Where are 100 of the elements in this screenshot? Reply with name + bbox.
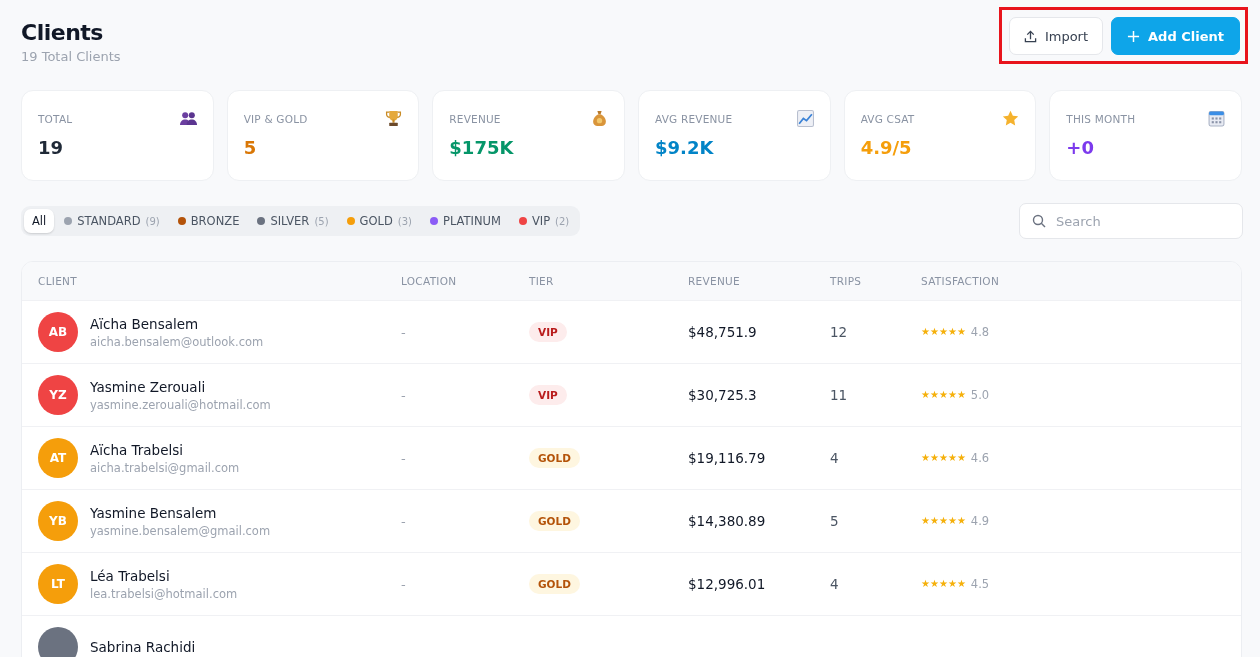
column-header: LOCATION <box>401 275 458 287</box>
stat-value: +0 <box>1066 137 1095 158</box>
location-cell: - <box>401 387 406 403</box>
filter-chip[interactable]: SILVER (5) <box>249 209 337 233</box>
filter-chip[interactable]: GOLD (3) <box>338 209 420 233</box>
star-icon: ★ <box>938 390 948 400</box>
stat-label: TOTAL <box>38 112 73 125</box>
star-icon: ★ <box>929 579 939 589</box>
revenue-cell: $19,116.79 <box>688 450 766 466</box>
star-icon: ★ <box>947 327 957 337</box>
avatar: YB <box>38 501 78 541</box>
client-email: aicha.bensalem@outlook.com <box>90 334 264 349</box>
star-icon: ★ <box>938 516 948 526</box>
filter-chip[interactable]: VIP (2) <box>510 209 578 233</box>
star-icon: ★ <box>938 453 948 463</box>
import-button[interactable]: Import <box>1008 17 1104 55</box>
star-icon: ★ <box>921 453 930 463</box>
tier-tag: GOLD <box>529 448 580 468</box>
client-email: yasmine.zerouali@hotmail.com <box>90 397 271 412</box>
revenue-cell: $48,751.9 <box>688 324 757 340</box>
star-icon: ★ <box>921 579 930 589</box>
upload-icon <box>1023 29 1037 43</box>
client-name: Sabrina Rachidi <box>90 639 196 655</box>
stat-label: VIP & GOLD <box>243 112 308 125</box>
star-icon: ★ <box>956 327 966 337</box>
stat-value: 5 <box>243 137 258 158</box>
revenue-cell: $30,725.3 <box>688 387 757 403</box>
filter-chip[interactable]: All <box>24 209 55 233</box>
column-header: TRIPS <box>830 275 863 287</box>
trips-cell: 12 <box>830 324 848 340</box>
star-icon: ★ <box>956 516 966 526</box>
client-email: aicha.trabelsi@gmail.com <box>90 460 240 475</box>
stat-label: AVG CSAT <box>860 112 915 125</box>
star-icon: ★ <box>956 390 966 400</box>
client-email: yasmine.bensalem@gmail.com <box>90 523 271 538</box>
star-icon: ★ <box>929 390 939 400</box>
star-icon: ★ <box>956 579 966 589</box>
client-name: Yasmine Bensalem <box>90 504 218 521</box>
star-icon: ★ <box>956 453 966 463</box>
star-icon: ★ <box>929 453 939 463</box>
filter-chip[interactable]: BRONZE <box>169 209 248 233</box>
filter-chip[interactable]: STANDARD (9) <box>56 209 168 233</box>
tier-tag: GOLD <box>529 574 580 594</box>
rating-value: 4.6 <box>970 451 990 465</box>
page-title: Clients <box>21 20 104 45</box>
revenue-cell: $12,996.01 <box>688 576 766 592</box>
trips-cell: 4 <box>830 450 839 466</box>
avatar: LT <box>38 564 78 604</box>
stat-label: AVG REVENUE <box>655 112 733 125</box>
column-header: TIER <box>529 275 555 287</box>
revenue-cell: $14,380.89 <box>688 513 766 529</box>
trips-cell: 11 <box>830 387 848 403</box>
column-header: REVENUE <box>688 275 742 287</box>
column-header: SATISFACTION <box>921 275 1001 287</box>
tier-tag: VIP <box>529 385 567 405</box>
client-name: Aïcha Bensalem <box>90 315 200 332</box>
rating-value: 5.0 <box>970 388 990 402</box>
rating-value: 4.8 <box>970 325 990 339</box>
star-icon: ★ <box>921 390 930 400</box>
client-name: Léa Trabelsi <box>90 567 171 584</box>
tier-tag: VIP <box>529 322 567 342</box>
search-icon <box>1032 214 1046 228</box>
avatar: AB <box>38 312 78 352</box>
client-email: lea.trabelsi@hotmail.com <box>90 586 238 601</box>
trips-cell: 5 <box>830 513 839 529</box>
stat-value: 4.9/5 <box>860 137 913 158</box>
client-name: Aïcha Trabelsi <box>90 441 185 458</box>
money-bag-icon <box>591 110 608 127</box>
star-icon: ★ <box>921 516 930 526</box>
star-icon: ★ <box>947 390 957 400</box>
search-field[interactable]: Search <box>1019 203 1243 239</box>
star-icon: ★ <box>947 516 957 526</box>
star-icon: ★ <box>938 327 948 337</box>
stat-value: $9.2K <box>655 137 715 158</box>
plus-icon <box>1127 29 1141 43</box>
trips-cell: 4 <box>830 576 839 592</box>
stat-label: THIS MONTH <box>1066 112 1136 125</box>
people-icon <box>179 110 197 127</box>
star-icon: ★ <box>929 516 939 526</box>
client-count: 19 Total Clients <box>21 49 121 64</box>
stat-label: REVENUE <box>449 112 501 125</box>
column-header: CLIENT <box>38 275 78 287</box>
location-cell: - <box>401 513 406 529</box>
location-cell: - <box>401 324 406 340</box>
star-icon: ★ <box>947 579 957 589</box>
location-cell: - <box>401 576 406 592</box>
filter-chip[interactable]: PLATINUM <box>421 209 509 233</box>
stat-value: 19 <box>38 137 65 158</box>
star-icon <box>1002 110 1020 127</box>
rating-value: 4.9 <box>970 514 990 528</box>
location-cell: - <box>401 450 406 466</box>
chart-icon <box>796 110 814 127</box>
rating-value: 4.5 <box>970 577 990 591</box>
star-icon: ★ <box>921 327 930 337</box>
avatar: AT <box>38 438 78 478</box>
star-icon: ★ <box>947 453 957 463</box>
calendar-icon <box>1208 110 1225 127</box>
star-icon: ★ <box>938 579 948 589</box>
trophy-icon <box>385 110 403 127</box>
tier-tag: GOLD <box>529 511 580 531</box>
